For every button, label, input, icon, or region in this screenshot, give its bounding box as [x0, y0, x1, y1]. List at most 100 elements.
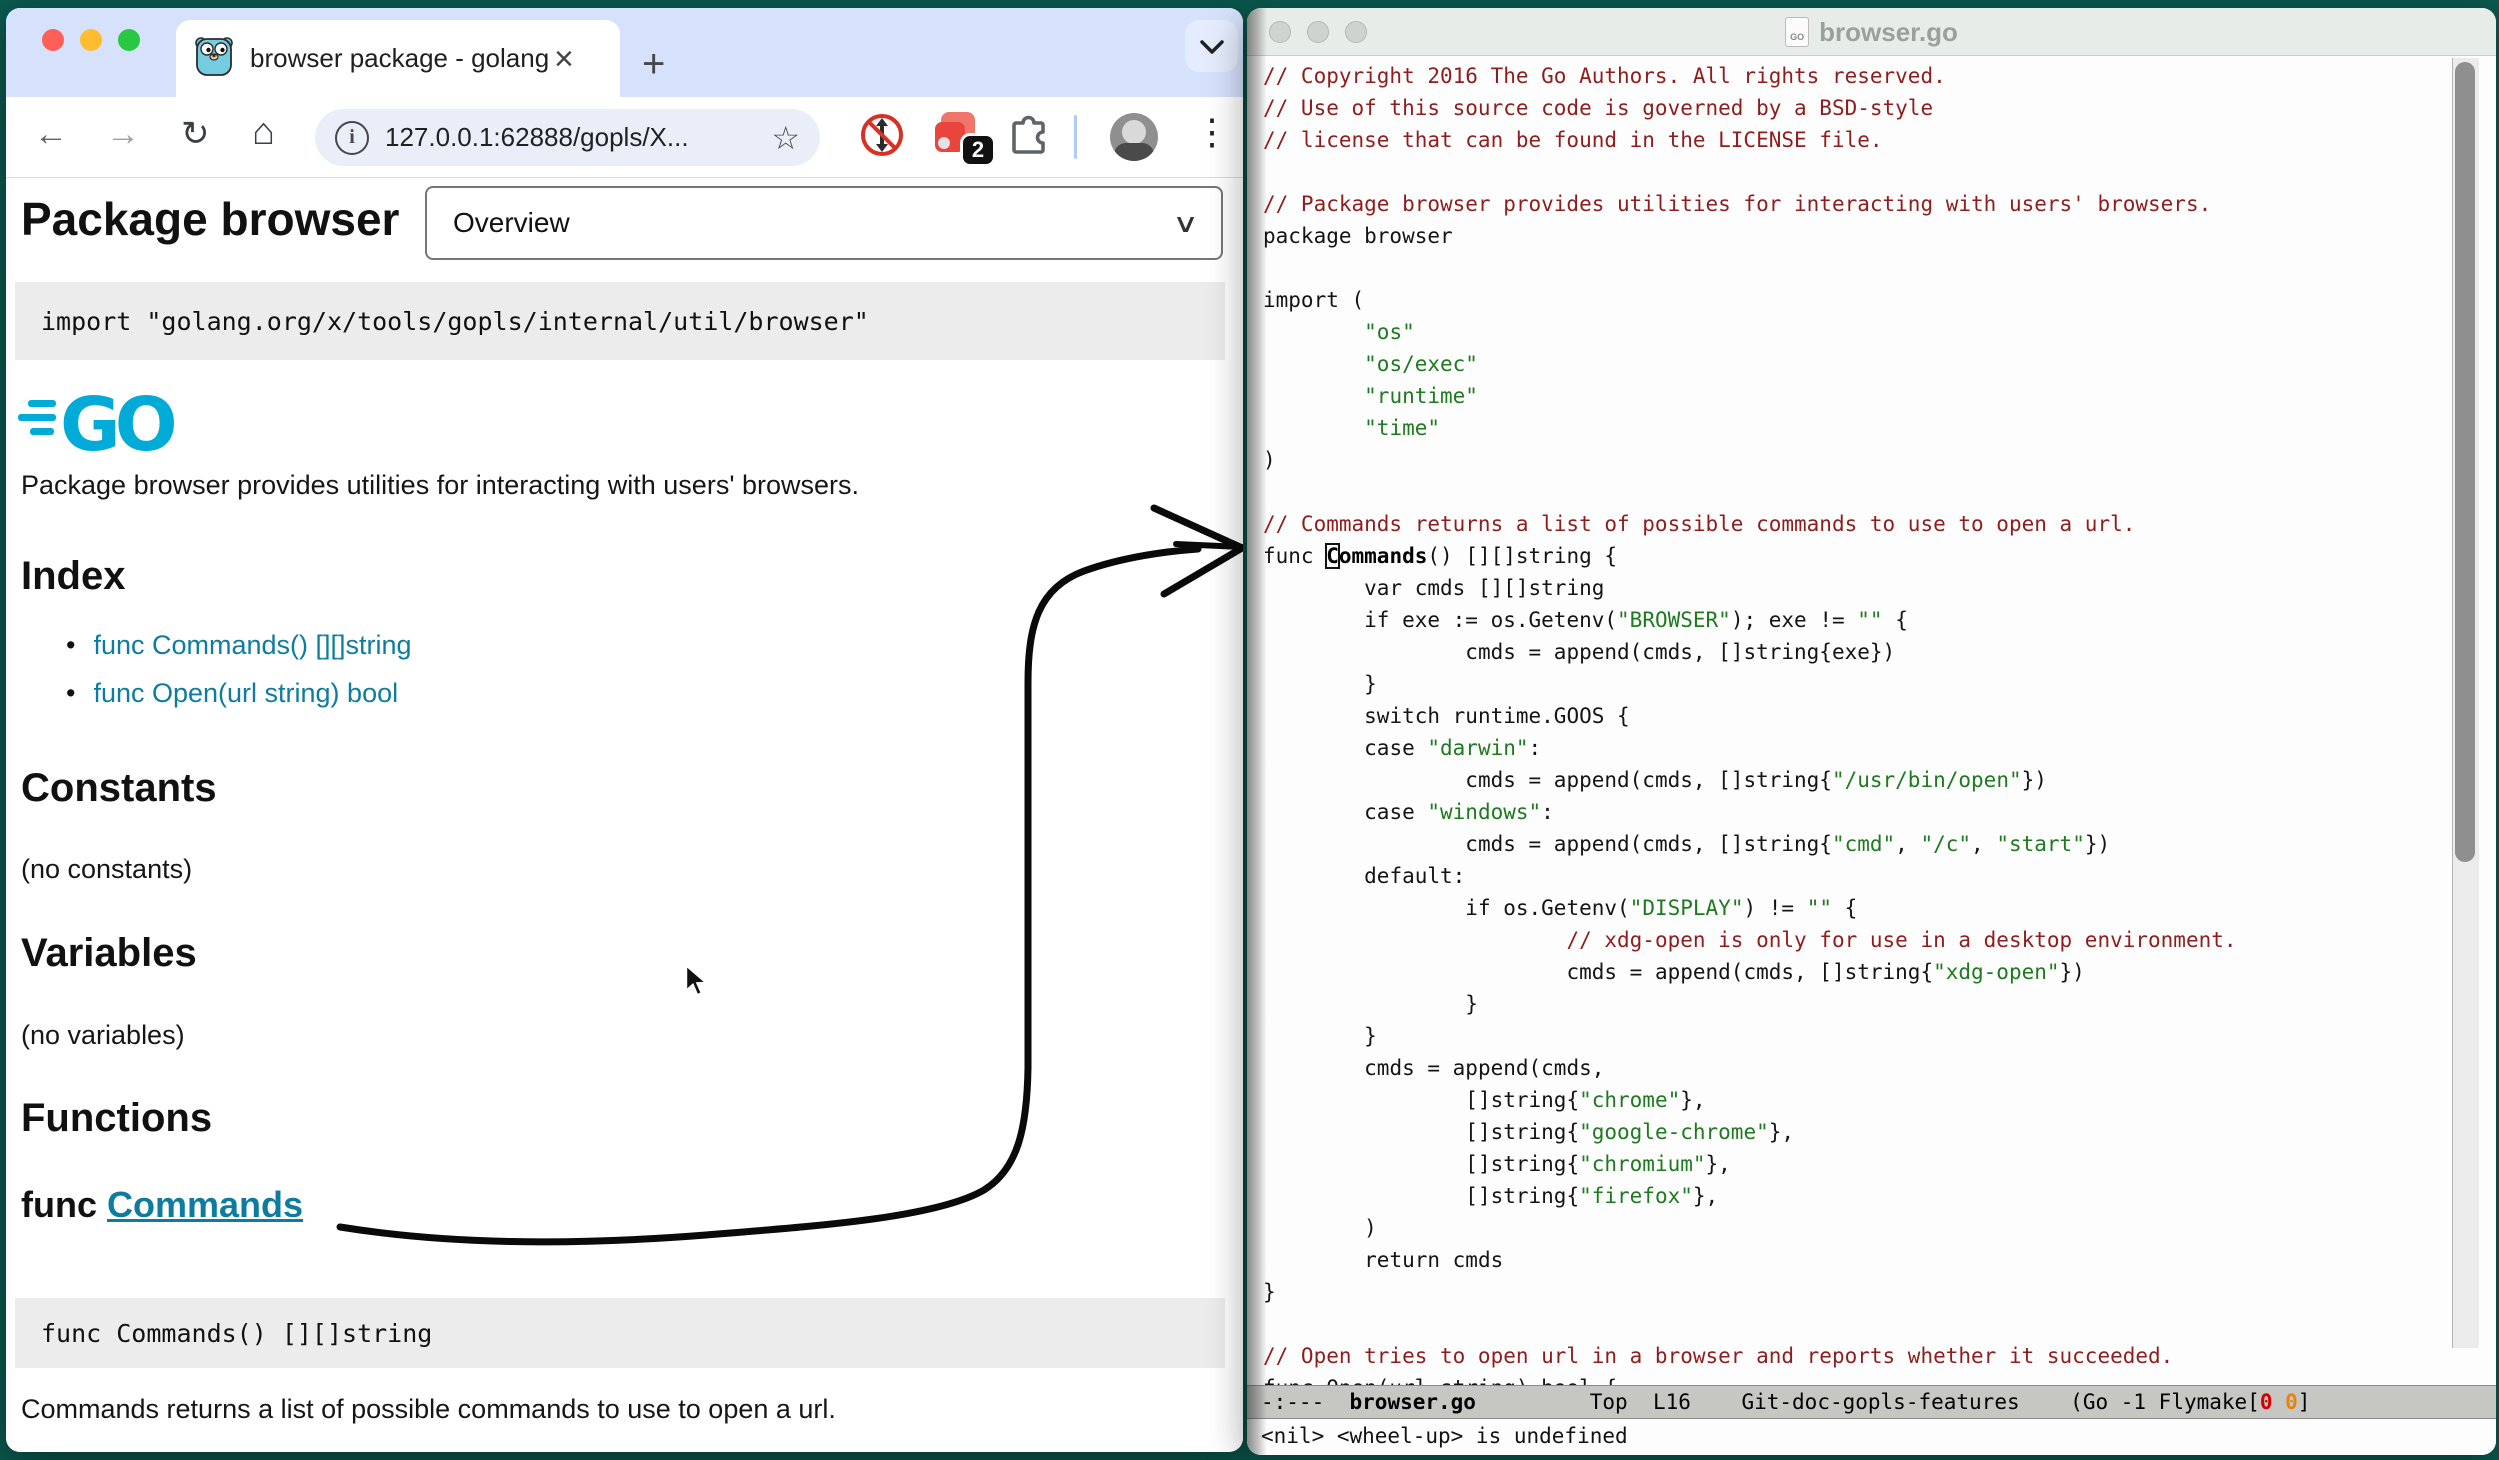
code-line: "runtime"	[1263, 380, 2237, 412]
go-logo: GO	[18, 372, 188, 469]
func-signature-box: func Commands() [][]string	[15, 1298, 1225, 1368]
editor-scrollbar-track[interactable]	[2452, 58, 2479, 1348]
site-info-icon[interactable]: i	[335, 121, 369, 155]
code-line: func Commands() [][]string {	[1263, 540, 2237, 572]
avatar-shoulders	[1114, 143, 1154, 161]
import-statement: import "golang.org/x/tools/gopls/interna…	[15, 307, 869, 336]
import-statement-box: import "golang.org/x/tools/gopls/interna…	[15, 282, 1225, 360]
close-window-button[interactable]	[42, 29, 64, 51]
code-editor-buffer[interactable]: // Copyright 2016 The Go Authors. All ri…	[1247, 56, 2496, 1386]
code-line: "os"	[1263, 316, 2237, 348]
chevron-down-icon: ∨	[1172, 208, 1199, 239]
address-bar[interactable]: i 127.0.0.1:62888/gopls/X... ☆	[315, 109, 820, 166]
code-line: case "darwin":	[1263, 732, 2237, 764]
code-line: cmds = append(cmds, []string{"xdg-open"}…	[1263, 956, 2237, 988]
tab-title: browser package - golang.org	[250, 43, 550, 74]
code-line: case "windows":	[1263, 796, 2237, 828]
code-line: switch runtime.GOOS {	[1263, 700, 2237, 732]
code-line: cmds = append(cmds, []string{"cmd", "/c"…	[1263, 828, 2237, 860]
code-line: }	[1263, 1020, 2237, 1052]
minimize-window-button[interactable]	[80, 29, 102, 51]
profile-avatar[interactable]	[1110, 113, 1158, 161]
index-link[interactable]: func Commands() [][]string	[93, 630, 411, 661]
code-line: // Package browser provides utilities fo…	[1263, 188, 2237, 220]
code-line: if exe := os.Getenv("BROWSER"); exe != "…	[1263, 604, 2237, 636]
index-list-item: func Open(url string) bool	[66, 678, 412, 709]
code-line	[1263, 476, 2237, 508]
extension-noscroll-icon[interactable]	[857, 110, 907, 160]
home-icon[interactable]: ⌂	[252, 113, 275, 151]
code-line: import (	[1263, 284, 2237, 316]
svg-text:GO: GO	[60, 382, 175, 464]
code-line: []string{"chromium"},	[1263, 1148, 2237, 1180]
code-line: // license that can be found in the LICE…	[1263, 124, 2237, 156]
code-line: []string{"chrome"},	[1263, 1084, 2237, 1116]
tab-search-chevron-button[interactable]	[1185, 20, 1238, 72]
chevron-down-icon	[1199, 29, 1225, 63]
variables-empty-text: (no variables)	[21, 1020, 185, 1051]
extension-badge: 2	[960, 133, 996, 167]
browser-tab[interactable]: browser package - golang.org ×	[176, 20, 620, 97]
constants-heading: Constants	[21, 766, 217, 811]
back-icon[interactable]: ←	[34, 117, 68, 151]
code-line: cmds = append(cmds, []string{"/usr/bin/o…	[1263, 764, 2237, 796]
code-line: []string{"google-chrome"},	[1263, 1116, 2237, 1148]
code-line: )	[1263, 444, 2237, 476]
url-text[interactable]: 127.0.0.1:62888/gopls/X...	[385, 122, 763, 153]
index-heading: Index	[21, 554, 125, 599]
browser-menu-kebab-icon[interactable]: ⋮	[1194, 111, 1230, 153]
desktop: { "browser": { "tab": { "title": "browse…	[0, 0, 2499, 1460]
tab-close-icon[interactable]: ×	[554, 42, 574, 76]
functions-heading: Functions	[21, 1096, 212, 1141]
commands-link[interactable]: Commands	[107, 1184, 303, 1225]
mouse-cursor	[683, 964, 713, 1003]
index-link[interactable]: func Open(url string) bool	[93, 678, 398, 709]
tab-strip: browser package - golang.org × +	[6, 8, 1243, 97]
emacs-window: GO browser.go // Copyright 2016 The Go A…	[1247, 8, 2496, 1455]
func-commands-heading: func Commands	[21, 1184, 303, 1226]
emacs-titlebar[interactable]: GO browser.go	[1247, 8, 2496, 56]
code-line	[1263, 1308, 2237, 1340]
emacs-window-title: browser.go	[1819, 17, 1958, 48]
bookmark-star-icon[interactable]: ☆	[771, 119, 800, 157]
page-title: Package browser	[21, 192, 399, 246]
code-line: default:	[1263, 860, 2237, 892]
editor-scrollbar-thumb[interactable]	[2455, 62, 2475, 862]
emacs-echo-area: <nil> <wheel-up> is undefined	[1247, 1419, 2496, 1455]
constants-empty-text: (no constants)	[21, 854, 192, 885]
toolbar-divider	[1074, 115, 1077, 159]
code-line: func Open(url string) bool {	[1263, 1372, 2237, 1386]
text-cursor: C	[1326, 544, 1339, 568]
code-line: // Open tries to open url in a browser a…	[1263, 1340, 2237, 1372]
reload-icon[interactable]: ↻	[181, 117, 210, 151]
index-link-list: func Commands() [][]string func Open(url …	[66, 630, 412, 726]
avatar-face	[1122, 120, 1146, 144]
fullscreen-window-button[interactable]	[118, 29, 140, 51]
code-line	[1263, 252, 2237, 284]
go-file-icon: GO	[1785, 17, 1809, 47]
code-text: // Copyright 2016 The Go Authors. All ri…	[1263, 60, 2237, 1386]
code-line: var cmds [][]string	[1263, 572, 2237, 604]
index-list-item: func Commands() [][]string	[66, 630, 412, 661]
code-line: }	[1263, 988, 2237, 1020]
extensions-puzzle-icon[interactable]	[1005, 113, 1051, 164]
code-line: "os/exec"	[1263, 348, 2237, 380]
func-keyword: func	[21, 1184, 107, 1225]
code-line: "time"	[1263, 412, 2237, 444]
forward-icon[interactable]: →	[106, 117, 140, 151]
code-line: package browser	[1263, 220, 2237, 252]
emacs-modeline: -:--- browser.go Top L16 Git-doc-gopls-f…	[1247, 1385, 2496, 1419]
new-tab-button[interactable]: +	[642, 44, 665, 84]
browser-window: browser package - golang.org × + ← → ↻ ⌂…	[6, 8, 1243, 1452]
code-line: cmds = append(cmds,	[1263, 1052, 2237, 1084]
tab-favicon-gopher-icon	[194, 35, 234, 82]
browser-toolbar: ← → ↻ ⌂ i 127.0.0.1:62888/gopls/X... ☆ 2	[6, 97, 1243, 178]
overview-select[interactable]: Overview ∨	[425, 186, 1223, 260]
code-line: }	[1263, 668, 2237, 700]
code-line: return cmds	[1263, 1244, 2237, 1276]
emacs-title-group: GO browser.go	[1247, 8, 2496, 56]
func-description: Commands returns a list of possible comm…	[21, 1394, 836, 1425]
code-line: // xdg-open is only for use in a desktop…	[1263, 924, 2237, 956]
code-line: if os.Getenv("DISPLAY") != "" {	[1263, 892, 2237, 924]
func-signature: func Commands() [][]string	[15, 1319, 432, 1348]
